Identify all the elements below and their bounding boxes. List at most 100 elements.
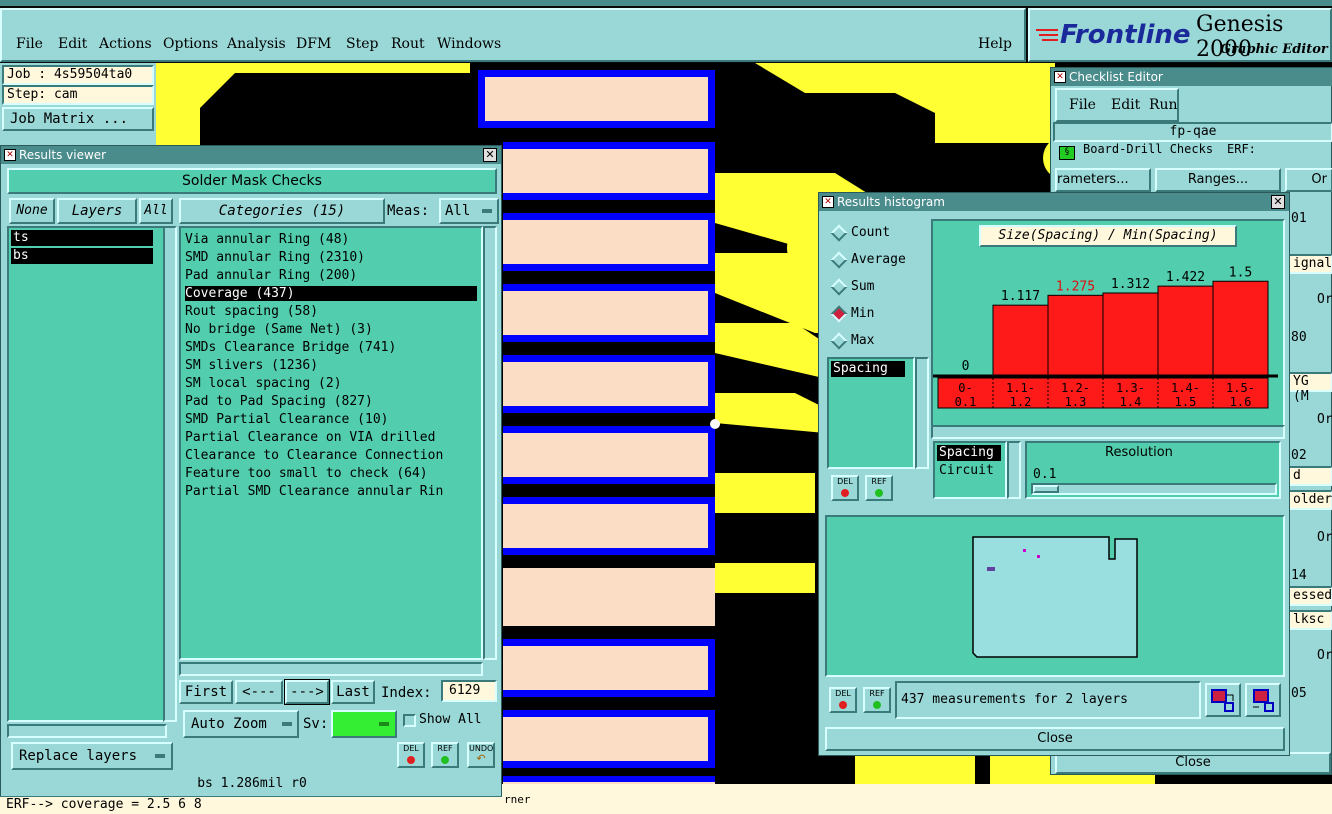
category-item[interactable]: SMD annular Ring (2310) (185, 250, 365, 265)
index-input[interactable]: 6129 (441, 680, 497, 702)
menu-analysis[interactable]: Analysis (227, 36, 286, 52)
layer-item-ts[interactable]: ts (11, 230, 153, 246)
category-item[interactable]: SM slivers (1236) (185, 358, 318, 373)
menu-dfm[interactable]: DFM (296, 36, 331, 52)
window-menu-icon[interactable]: ✕ (4, 149, 16, 161)
category-item[interactable]: Partial SMD Clearance annular Rin (185, 484, 443, 499)
show-results-icon[interactable] (1245, 683, 1281, 717)
menu-rout[interactable]: Rout (391, 36, 425, 52)
menu-windows[interactable]: Windows (437, 36, 501, 52)
histogram-del-button[interactable]: DEL (829, 687, 857, 713)
radio-min-selected[interactable] (830, 305, 848, 323)
categories-button[interactable]: Categories (15) (179, 198, 385, 224)
checklist-menu-edit[interactable]: Edit (1111, 97, 1140, 113)
results-viewer-titlebar[interactable]: ✕ Results viewer ✕ (1, 146, 501, 164)
attribute-item-selected[interactable]: Spacing (831, 361, 905, 377)
layer-type-list-scrollbar[interactable] (1007, 441, 1021, 499)
window-menu-icon[interactable]: ✕ (822, 196, 834, 208)
attribute-list-scrollbar[interactable] (915, 357, 929, 469)
menu-file[interactable]: File (16, 36, 43, 52)
dropdown-icon (282, 722, 292, 726)
category-item[interactable]: Via annular Ring (48) (185, 232, 349, 247)
window-menu-icon[interactable]: ✕ (1054, 71, 1066, 83)
category-list-hscrollbar[interactable] (179, 662, 483, 676)
last-button[interactable]: Last (331, 680, 375, 704)
resolution-label: Resolution (1105, 445, 1173, 460)
histogram-close-button[interactable]: Close (825, 727, 1285, 751)
meas-select[interactable]: All (439, 198, 499, 224)
ref-button[interactable]: REF (431, 742, 459, 768)
green-dot-icon (873, 701, 881, 709)
replace-layers-select[interactable]: Replace layers (11, 742, 173, 770)
checklist-fragment: 02 (1291, 448, 1307, 463)
layer-item-bs[interactable]: bs (11, 248, 153, 264)
category-list[interactable]: Via annular Ring (48) SMD annular Ring (… (179, 226, 483, 660)
ref-label: REF (869, 689, 885, 698)
zoom-to-result-icon[interactable] (1205, 683, 1241, 717)
radio-sum[interactable] (830, 278, 848, 296)
none-button[interactable]: None (9, 198, 55, 224)
dropdown-icon (379, 722, 389, 726)
radio-count-label: Count (851, 225, 891, 240)
attribute-list[interactable]: Spacing (827, 357, 915, 469)
first-button[interactable]: First (179, 680, 233, 704)
checklist-titlebar[interactable]: ✕ Checklist Editor (1051, 68, 1332, 86)
category-item[interactable]: SMD Partial Clearance (10) (185, 412, 389, 427)
board-preview[interactable] (825, 515, 1285, 677)
category-item[interactable]: Feature too small to check (64) (185, 466, 428, 481)
menu-help[interactable]: Help (978, 36, 1012, 52)
histogram-titlebar[interactable]: ✕ Results histogram ✕ (819, 193, 1289, 211)
bar-value-label: 1.422 (1166, 270, 1205, 285)
category-item-selected[interactable]: Coverage (437) (185, 286, 477, 301)
category-item[interactable]: Clearance to Clearance Connection (185, 448, 443, 463)
sv-color-select[interactable] (331, 710, 397, 738)
menu-step[interactable]: Step (346, 36, 378, 52)
histogram-ref-top-button[interactable]: REF (865, 475, 893, 501)
chart-hscrollbar[interactable] (931, 425, 1285, 439)
radio-average[interactable] (830, 251, 848, 269)
category-item[interactable]: Pad to Pad Spacing (827) (185, 394, 373, 409)
radio-max[interactable] (830, 332, 848, 350)
histogram-del-top-button[interactable]: DEL (831, 475, 859, 501)
histogram-ref-button[interactable]: REF (863, 687, 891, 713)
menu-options[interactable]: Options (163, 36, 218, 52)
menu-actions[interactable]: Actions (99, 36, 152, 52)
parameters-button[interactable]: rameters... (1055, 168, 1151, 192)
show-all-checkbox[interactable] (403, 714, 416, 727)
checklist-menu-run[interactable]: Run (1149, 97, 1178, 113)
radio-count[interactable] (830, 224, 848, 242)
category-item[interactable]: Pad annular Ring (200) (185, 268, 357, 283)
checklist-fragment: 14 (1291, 568, 1307, 583)
bar-value-label: 1.5 (1229, 265, 1252, 280)
del-button[interactable]: DEL (397, 742, 425, 768)
category-item[interactable]: SMDs Clearance Bridge (741) (185, 340, 396, 355)
red-dot-icon (841, 489, 849, 497)
undo-button[interactable]: UNDO ↶ (467, 742, 495, 768)
job-matrix-button[interactable]: Job Matrix ... (2, 107, 154, 131)
category-item[interactable]: SM local spacing (2) (185, 376, 342, 391)
prev-button[interactable]: <--- (235, 680, 283, 704)
slider-thumb[interactable] (1033, 485, 1059, 493)
layer-list-hscrollbar[interactable] (7, 724, 167, 738)
category-list-vscrollbar[interactable] (483, 226, 497, 660)
auto-zoom-label: Auto Zoom (191, 716, 267, 732)
close-icon[interactable]: ✕ (1271, 195, 1285, 209)
checklist-fragment: ignal (1287, 254, 1332, 274)
ranges-button[interactable]: Ranges... (1155, 168, 1281, 192)
auto-zoom-select[interactable]: Auto Zoom (183, 710, 299, 738)
layer-type-item-selected[interactable]: Spacing (937, 445, 1001, 461)
category-item[interactable]: Rout spacing (58) (185, 304, 318, 319)
resolution-slider[interactable] (1031, 483, 1277, 495)
layer-list-vscrollbar[interactable] (163, 226, 177, 722)
layer-type-item[interactable]: Circuit (939, 463, 994, 478)
close-icon[interactable]: ✕ (483, 148, 497, 162)
checklist-menu-file[interactable]: File (1069, 97, 1096, 113)
menu-edit[interactable]: Edit (58, 36, 87, 52)
next-button[interactable]: ---> (284, 679, 330, 705)
layer-list[interactable]: ts bs (7, 226, 167, 722)
category-item[interactable]: Partial Clearance on VIA drilled (185, 430, 435, 445)
or-button[interactable]: Or (1285, 168, 1332, 192)
category-item[interactable]: No bridge (Same Net) (3) (185, 322, 373, 337)
layer-type-list[interactable]: Spacing Circuit (933, 441, 1007, 499)
all-layers-button[interactable]: All (139, 198, 173, 224)
